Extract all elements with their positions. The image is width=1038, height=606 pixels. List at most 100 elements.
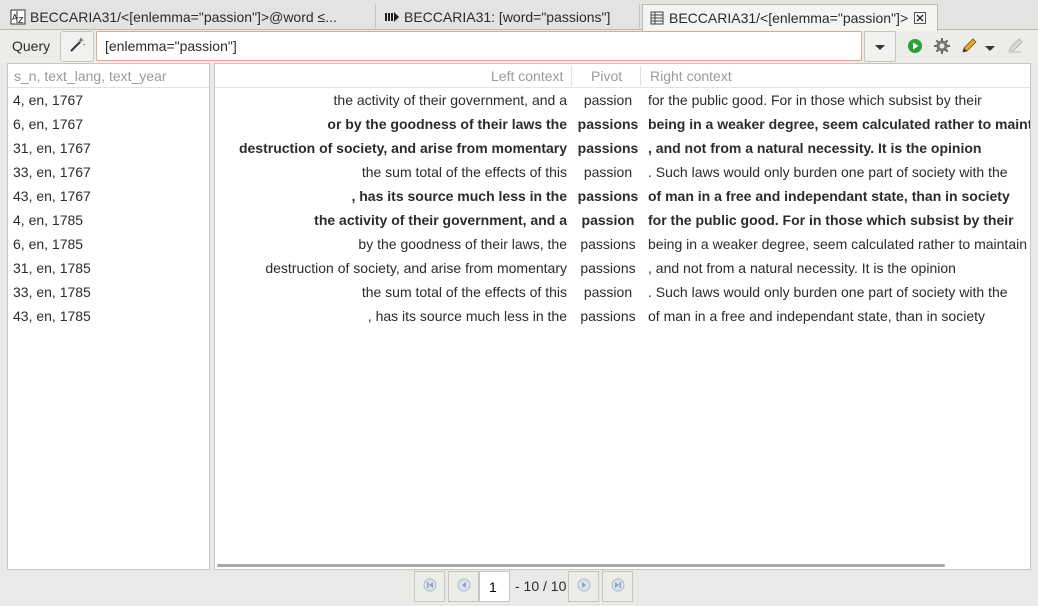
- close-icon[interactable]: [914, 12, 927, 24]
- eraser-icon: [1006, 37, 1024, 58]
- horizontal-scrollbar[interactable]: [217, 564, 945, 567]
- settings-button[interactable]: [931, 37, 953, 57]
- edit-button[interactable]: [958, 37, 980, 57]
- tab-index-query[interactable]: A Z BECCARIA31/<[enlemma="passion"]>@wor…: [4, 4, 376, 30]
- metadata-row[interactable]: 33, en, 1785: [8, 280, 209, 304]
- pivot-word[interactable]: passion: [571, 160, 645, 184]
- right-context[interactable]: . Such laws would only burden one part o…: [648, 160, 1030, 184]
- metadata-row[interactable]: 33, en, 1767: [8, 160, 209, 184]
- pivot-word[interactable]: passions: [571, 136, 645, 160]
- right-context-header[interactable]: Right context: [650, 64, 732, 88]
- left-context[interactable]: by the goodness of their laws, the: [215, 232, 567, 256]
- next-page-icon: [577, 578, 591, 595]
- play-icon: [907, 38, 923, 57]
- concordance-header: Left context Pivot Right context: [215, 64, 1030, 88]
- concordance-icon: [384, 9, 400, 25]
- pivot-word[interactable]: passions: [571, 304, 645, 328]
- pivot-header[interactable]: Pivot: [591, 64, 622, 88]
- pivot-word[interactable]: passions: [571, 112, 645, 136]
- run-query-button[interactable]: [906, 37, 924, 57]
- query-bar: Query: [0, 31, 1038, 63]
- metadata-row[interactable]: 6, en, 1785: [8, 232, 209, 256]
- pivot-word[interactable]: passions: [571, 256, 645, 280]
- query-history-dropdown[interactable]: [864, 31, 896, 62]
- tab-label: BECCARIA31: [word="passions"]: [404, 9, 611, 25]
- left-context[interactable]: or by the goodness of their laws the: [215, 112, 567, 136]
- concordance-row[interactable]: by the goodness of their laws, the passi…: [215, 232, 1030, 256]
- first-page-button[interactable]: [414, 571, 445, 602]
- az-index-icon: A Z: [10, 9, 26, 25]
- left-context[interactable]: the activity of their government, and a: [215, 208, 567, 232]
- tab-label: BECCARIA31/<[enlemma="passion"]>: [669, 10, 909, 26]
- left-context[interactable]: the sum total of the effects of this: [215, 160, 567, 184]
- metadata-row[interactable]: 4, en, 1785: [8, 208, 209, 232]
- tab-bar: A Z BECCARIA31/<[enlemma="passion"]>@wor…: [0, 0, 1038, 31]
- column-divider[interactable]: [640, 66, 641, 86]
- left-context-header[interactable]: Left context: [491, 64, 563, 88]
- right-context[interactable]: for the public good. For in those which …: [648, 208, 1030, 232]
- page-number-input[interactable]: [479, 571, 510, 602]
- concordance-panel[interactable]: Left context Pivot Right context the act…: [214, 63, 1031, 570]
- right-context[interactable]: , and not from a natural necessity. It i…: [648, 136, 1030, 160]
- previous-page-button[interactable]: [448, 571, 479, 602]
- tab-synopsis-active[interactable]: BECCARIA31/<[enlemma="passion"]>: [642, 4, 938, 31]
- right-context[interactable]: , and not from a natural necessity. It i…: [648, 256, 1030, 280]
- concordance-row[interactable]: the activity of their government, and a …: [215, 88, 1030, 112]
- metadata-row[interactable]: 43, en, 1767: [8, 184, 209, 208]
- right-context[interactable]: being in a weaker degree, seem calculate…: [648, 112, 1030, 136]
- concordance-row[interactable]: , has its source much less in the passio…: [215, 184, 1030, 208]
- column-divider[interactable]: [571, 66, 572, 86]
- pivot-word[interactable]: passion: [571, 280, 645, 304]
- pagination-bar: - 10 / 10: [414, 571, 634, 602]
- pencil-icon: [960, 37, 978, 58]
- magic-wand-icon: [68, 36, 86, 57]
- left-context[interactable]: , has its source much less in the: [215, 184, 567, 208]
- right-context[interactable]: of man in a free and independant state, …: [648, 184, 1030, 208]
- left-context[interactable]: destruction of society, and arise from m…: [215, 256, 567, 280]
- left-context[interactable]: destruction of society, and arise from m…: [215, 136, 567, 160]
- chevron-down-icon: [985, 39, 995, 55]
- page-range-label: - 10 / 10: [515, 578, 567, 594]
- right-context[interactable]: . Such laws would only burden one part o…: [648, 280, 1030, 304]
- metadata-column-panel[interactable]: s_n, text_lang, text_year 4, en, 1767 6,…: [7, 63, 210, 570]
- pivot-word[interactable]: passions: [571, 232, 645, 256]
- left-context[interactable]: the sum total of the effects of this: [215, 280, 567, 304]
- right-context[interactable]: for the public good. For in those which …: [648, 88, 1030, 112]
- left-context[interactable]: the activity of their government, and a: [215, 88, 567, 112]
- right-context[interactable]: being in a weaker degree, seem calculate…: [648, 232, 1030, 256]
- next-page-button[interactable]: [568, 571, 600, 602]
- query-input[interactable]: [96, 31, 862, 61]
- right-context[interactable]: of man in a free and independant state, …: [648, 304, 1030, 328]
- concordance-row[interactable]: the sum total of the effects of this pas…: [215, 160, 1030, 184]
- previous-page-icon: [457, 578, 471, 595]
- concordance-row[interactable]: the activity of their government, and a …: [215, 208, 1030, 232]
- metadata-row[interactable]: 31, en, 1785: [8, 256, 209, 280]
- tab-label: BECCARIA31/<[enlemma="passion"]>@word ≤.…: [30, 9, 337, 25]
- metadata-row[interactable]: 4, en, 1767: [8, 88, 209, 112]
- concordance-row[interactable]: destruction of society, and arise from m…: [215, 136, 1030, 160]
- last-page-button[interactable]: [602, 571, 634, 602]
- metadata-row[interactable]: 43, en, 1785: [8, 304, 209, 328]
- edit-menu-dropdown[interactable]: [983, 37, 997, 57]
- metadata-row[interactable]: 31, en, 1767: [8, 136, 209, 160]
- chevron-down-icon: [874, 39, 886, 55]
- tab-concordance[interactable]: BECCARIA31: [word="passions"]: [378, 4, 640, 30]
- concordance-row[interactable]: , has its source much less in the passio…: [215, 304, 1030, 328]
- metadata-row[interactable]: 6, en, 1767: [8, 112, 209, 136]
- query-assistant-button[interactable]: [60, 31, 94, 62]
- left-context[interactable]: , has its source much less in the: [215, 304, 567, 328]
- concordance-row[interactable]: destruction of society, and arise from m…: [215, 256, 1030, 280]
- concordance-row[interactable]: or by the goodness of their laws the pas…: [215, 112, 1030, 136]
- gear-icon: [933, 37, 951, 58]
- pivot-word[interactable]: passion: [571, 208, 645, 232]
- pivot-word[interactable]: passions: [571, 184, 645, 208]
- table-icon: [649, 10, 665, 26]
- clear-button[interactable]: [1004, 37, 1026, 57]
- last-page-icon: [611, 578, 625, 595]
- metadata-column-header[interactable]: s_n, text_lang, text_year: [8, 64, 209, 88]
- pivot-word[interactable]: passion: [571, 88, 645, 112]
- concordance-row[interactable]: the sum total of the effects of this pas…: [215, 280, 1030, 304]
- concordance-rows: the activity of their government, and a …: [215, 88, 1030, 328]
- query-label: Query: [12, 38, 51, 54]
- first-page-icon: [423, 578, 437, 595]
